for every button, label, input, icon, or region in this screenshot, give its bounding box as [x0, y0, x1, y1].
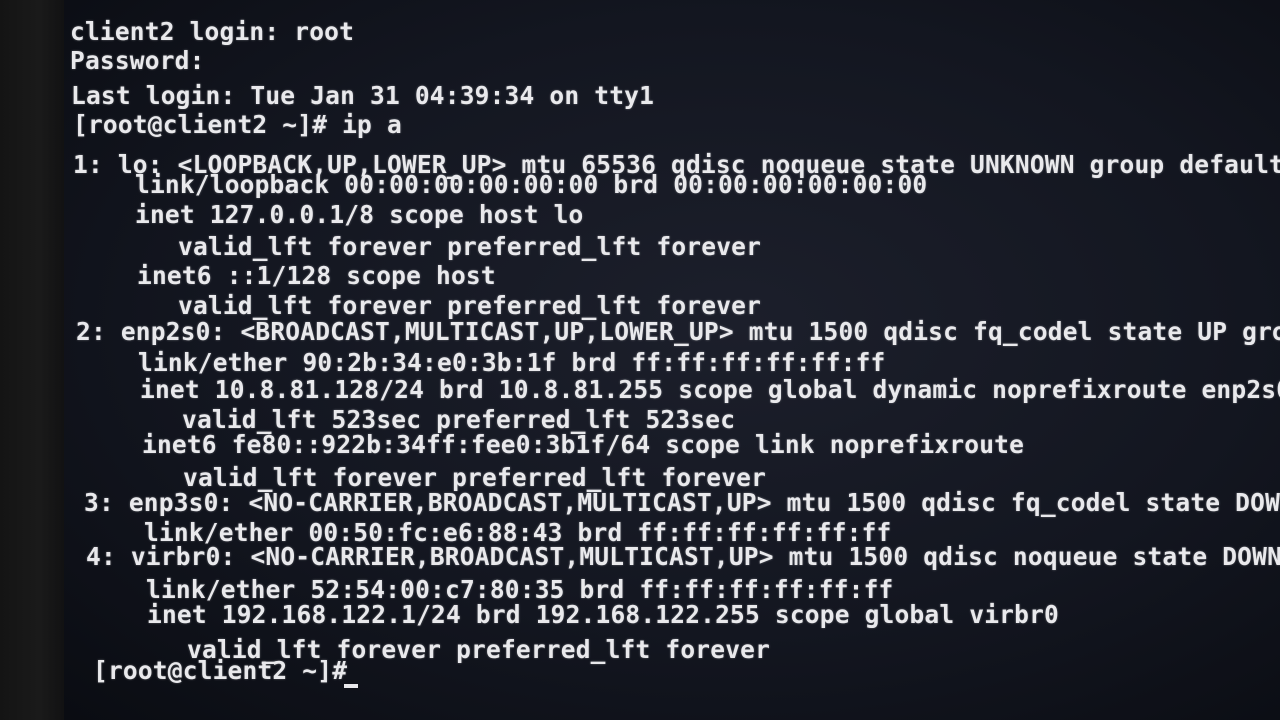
enp2s0-inet-line: inet 10.8.81.128/24 brd 10.8.81.255 scop…	[140, 375, 1280, 404]
prompt-line: [root@client2 ~]# ip a	[73, 110, 402, 139]
text-cursor	[344, 684, 358, 688]
monitor-bezel	[0, 0, 72, 720]
virbr0-inet-line: inet 192.168.122.1/24 brd 192.168.122.25…	[147, 600, 1059, 629]
prompt-current-line[interactable]: [root@client2 ~]#	[93, 658, 347, 684]
iface-enp2s0-header: 2: enp2s0: <BROADCAST,MULTICAST,UP,LOWER…	[76, 317, 1280, 346]
iface-virbr0-header: 4: virbr0: <NO-CARRIER,BROADCAST,MULTICA…	[86, 542, 1280, 571]
iface-enp3s0-header: 3: enp3s0: <NO-CARRIER,BROADCAST,MULTICA…	[84, 488, 1280, 517]
enp2s0-inet-lft-line: valid_lft 523sec preferred_lft 523sec	[182, 405, 736, 434]
lo-link-line: link/loopback 00:00:00:00:00:00 brd 00:0…	[135, 170, 928, 199]
enp2s0-inet6-lft-line: valid_lft forever preferred_lft forever	[183, 463, 767, 492]
enp2s0-inet6-line: inet6 fe80::922b:34ff:fee0:3b1f/64 scope…	[142, 430, 1025, 459]
login-line: client2 login: root	[70, 17, 355, 46]
enp2s0-link-line: link/ether 90:2b:34:e0:3b:1f brd ff:ff:f…	[138, 348, 886, 377]
lo-inet6-line: inet6 ::1/128 scope host	[137, 261, 496, 290]
last-login-line: Last login: Tue Jan 31 04:39:34 on tty1	[71, 81, 655, 110]
lo-inet-lft-line: valid_lft forever preferred_lft forever	[178, 232, 762, 261]
lo-inet6-lft-line: valid_lft forever preferred_lft forever	[178, 291, 762, 320]
lo-inet-line: inet 127.0.0.1/8 scope host lo	[135, 200, 584, 229]
password-line: Password:	[70, 46, 205, 75]
virbr0-link-line: link/ether 52:54:00:c7:80:35 brd ff:ff:f…	[146, 575, 894, 604]
